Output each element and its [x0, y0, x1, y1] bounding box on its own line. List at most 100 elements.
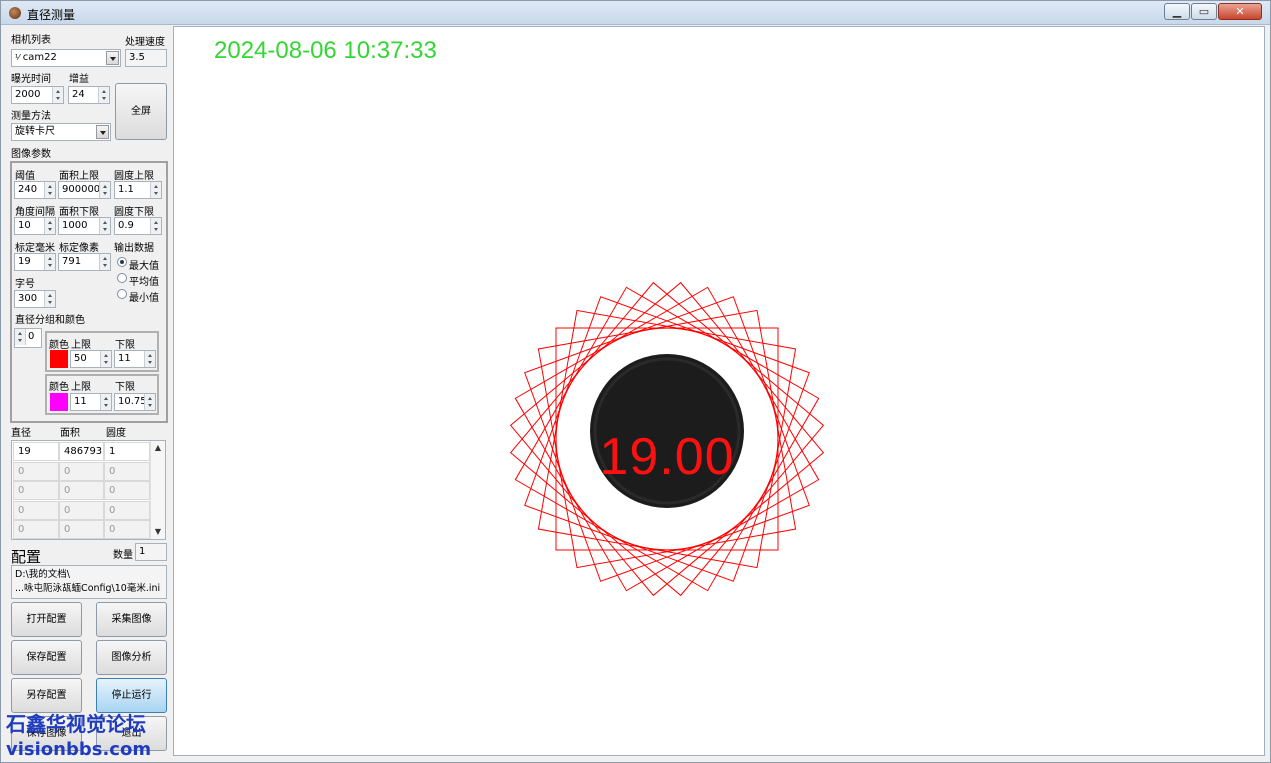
config-path-line2: ...咏屯阨泳瓳蝒Config\10毫米.ini — [15, 583, 161, 594]
roundness-max-field[interactable]: 1.1 — [114, 181, 162, 199]
threshold-label: 阈值 — [15, 171, 35, 182]
threshold-field[interactable]: 240 — [14, 181, 56, 199]
diameter-reading: 19.00 — [599, 428, 735, 486]
calib-mm-label: 标定毫米 — [15, 243, 55, 254]
col-header-diameter: 直径 — [11, 428, 31, 439]
maximize-button[interactable]: ▭ — [1191, 3, 1217, 20]
scroll-down-icon[interactable]: ▼ — [151, 527, 165, 536]
group2-lower-value: 10.75 — [118, 396, 147, 407]
font-size-field[interactable]: 300 — [14, 290, 56, 308]
table-cell: 0 — [104, 500, 150, 520]
table-cell: 19 — [13, 442, 59, 461]
group1-lower-field[interactable]: 11 — [114, 350, 156, 368]
roundness-min-label: 圆度下限 — [114, 207, 154, 218]
window-controls: ▁ ▭ ✕ — [1163, 3, 1262, 20]
gain-value: 24 — [72, 89, 85, 100]
spin-arrows-icon[interactable] — [52, 87, 63, 103]
table-cell: 0 — [104, 481, 150, 500]
spin-arrows-icon[interactable] — [144, 394, 155, 410]
group2-color-swatch[interactable] — [50, 393, 68, 411]
group2-lower-field[interactable]: 10.75 — [114, 393, 156, 411]
table-cell: 0 — [13, 520, 59, 539]
area-max-field[interactable]: 9000000 — [58, 181, 111, 199]
close-button[interactable]: ✕ — [1218, 3, 1262, 20]
output-radio-max[interactable] — [117, 257, 127, 267]
output-radio-avg[interactable] — [117, 273, 127, 283]
group2-upper-field[interactable]: 11 — [70, 393, 112, 411]
results-scrollbar[interactable]: ▲ ▼ — [150, 441, 165, 539]
font-size-value: 300 — [18, 293, 38, 304]
camera-select-value: cam22 — [22, 52, 57, 63]
group-index-field[interactable]: 0 — [14, 328, 42, 348]
table-cell: 0 — [104, 520, 150, 539]
spin-arrows-icon[interactable] — [15, 329, 26, 345]
group2-upper-label: 上限 — [71, 382, 91, 393]
capture-image-button[interactable]: 采集图像 — [96, 602, 167, 637]
table-cell: 0 — [59, 461, 104, 481]
speed-label: 处理速度 — [125, 37, 165, 48]
camera-list-label: 相机列表 — [11, 35, 51, 46]
area-min-value: 1000 — [62, 220, 88, 231]
spin-arrows-icon[interactable] — [44, 182, 55, 198]
minimize-button[interactable]: ▁ — [1164, 3, 1190, 20]
camera-icon: ⅟ — [15, 53, 20, 62]
roundness-min-field[interactable]: 0.9 — [114, 217, 162, 235]
open-config-button[interactable]: 打开配置 — [11, 602, 82, 637]
roundness-min-value: 0.9 — [118, 220, 134, 231]
spin-arrows-icon[interactable] — [98, 87, 109, 103]
gain-field[interactable]: 24 — [68, 86, 110, 104]
group2-lower-label: 下限 — [115, 382, 135, 393]
output-option-min: 最小值 — [129, 293, 159, 304]
roundness-max-label: 圆度上限 — [114, 171, 154, 182]
image-params-label: 图像参数 — [11, 149, 51, 160]
group2-upper-value: 11 — [74, 396, 87, 407]
spin-arrows-icon[interactable] — [144, 351, 155, 367]
image-display[interactable]: 2024-08-06 10:37:33 19.00 — [173, 26, 1265, 756]
table-cell: 0 — [13, 481, 59, 500]
calib-px-label: 标定像素 — [59, 243, 99, 254]
group-index-value: 0 — [28, 331, 35, 342]
output-option-max: 最大值 — [129, 261, 159, 272]
exposure-field[interactable]: 2000 — [11, 86, 64, 104]
spin-arrows-icon[interactable] — [150, 218, 161, 234]
area-min-field[interactable]: 1000 — [58, 217, 111, 235]
group1-upper-value: 50 — [74, 353, 87, 364]
method-select[interactable]: 旋转卡尺 — [11, 123, 111, 141]
spin-arrows-icon[interactable] — [44, 291, 55, 307]
group1-upper-label: 上限 — [71, 340, 91, 351]
save-config-button[interactable]: 保存配置 — [11, 640, 82, 675]
calib-px-field[interactable]: 791 — [58, 253, 111, 271]
table-cell: 0 — [104, 461, 150, 481]
config-title: 配置 — [11, 548, 42, 566]
spin-arrows-icon[interactable] — [99, 182, 110, 198]
output-option-avg: 平均值 — [129, 277, 159, 288]
app-window: 直径测量 ▁ ▭ ✕ 相机列表 处理速度 ⅟ cam22 3.5 曝光时间 增益… — [0, 0, 1271, 763]
table-cell: 0 — [59, 520, 104, 539]
spin-arrows-icon[interactable] — [99, 218, 110, 234]
fullscreen-button[interactable]: 全屏 — [115, 83, 167, 140]
method-label: 测量方法 — [11, 111, 51, 122]
font-size-label: 字号 — [15, 279, 35, 290]
scroll-up-icon[interactable]: ▲ — [151, 443, 165, 452]
output-label: 输出数据 — [114, 243, 154, 254]
camera-select[interactable]: ⅟ cam22 — [11, 49, 121, 67]
spin-arrows-icon[interactable] — [99, 254, 110, 270]
spin-arrows-icon[interactable] — [44, 218, 55, 234]
angle-label: 角度间隔 — [15, 207, 55, 218]
group1-upper-field[interactable]: 50 — [70, 350, 112, 368]
output-radio-min[interactable] — [117, 289, 127, 299]
analyze-image-button[interactable]: 图像分析 — [96, 640, 167, 675]
table-cell: 0 — [13, 500, 59, 520]
gain-label: 增益 — [69, 74, 89, 85]
spin-arrows-icon[interactable] — [100, 394, 111, 410]
speed-field: 3.5 — [125, 49, 167, 67]
diameter-group-label: 直径分组和颜色 — [15, 315, 85, 326]
spin-arrows-icon[interactable] — [100, 351, 111, 367]
spin-arrows-icon[interactable] — [44, 254, 55, 270]
spin-arrows-icon[interactable] — [150, 182, 161, 198]
results-table[interactable]: ▲ ▼ 19 486793 1 0 0 0 0 0 0 0 0 0 0 0 0 — [11, 440, 166, 540]
watermark-url: visionbbs.com — [6, 739, 152, 760]
calib-mm-field[interactable]: 19 — [14, 253, 56, 271]
group1-color-swatch[interactable] — [50, 350, 68, 368]
angle-field[interactable]: 10 — [14, 217, 56, 235]
